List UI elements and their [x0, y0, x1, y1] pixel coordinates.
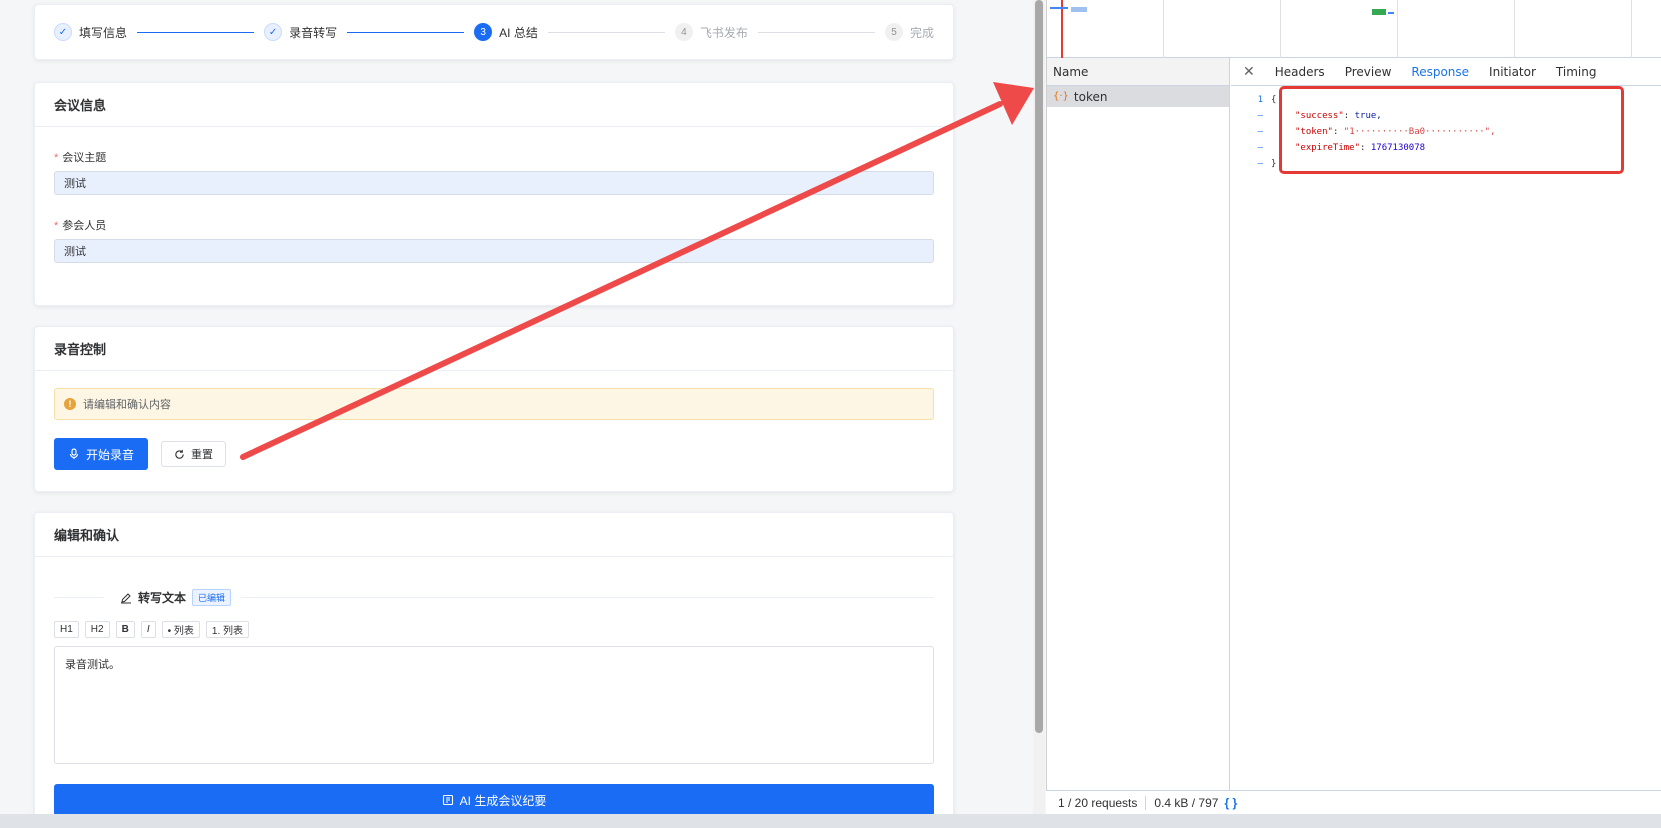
step-label: 飞书发布 — [699, 25, 748, 40]
tab-response[interactable]: Response — [1401, 65, 1479, 79]
topic-label: * 会议主题 — [54, 152, 107, 164]
name-column-header[interactable]: Name — [1047, 58, 1229, 86]
step-label: AI 总结 — [499, 25, 538, 40]
step-connector — [137, 31, 255, 33]
meeting-info-card: 会议信息 * 会议主题 测试 * 参会人员 测试 — [34, 82, 954, 306]
card-title: 会议信息 — [35, 83, 953, 127]
ordered-list-button[interactable]: 1. 列表 — [205, 621, 250, 638]
tab-timing[interactable]: Timing — [1546, 65, 1607, 79]
warning-icon: ! — [64, 398, 76, 410]
edit-pencil-icon — [121, 592, 131, 603]
progress-steps: ✓ 填写信息 ✓ 录音转写 3 AI 总结 4 飞书发布 5 完成 — [34, 4, 954, 60]
request-list: Name {·} token — [1047, 58, 1230, 790]
transcript-editor[interactable]: 录音测试。 — [54, 646, 934, 764]
step-1: ✓ 填写信息 — [54, 23, 127, 41]
start-recording-button[interactable]: 开始录音 — [54, 438, 149, 470]
network-status-bar: 1 / 20 requests 0.4 kB / 797 { } — [1046, 790, 1661, 814]
bullet-list-button[interactable]: • 列表 — [161, 621, 200, 638]
timeline-bar — [1071, 7, 1087, 12]
participants-input[interactable]: 测试 — [54, 239, 934, 263]
generate-summary-button[interactable]: AI 生成会议纪要 — [54, 784, 934, 816]
step-connector — [347, 31, 465, 33]
scrollbar-thumb[interactable] — [1035, 0, 1043, 733]
warning-alert: ! 请编辑和确认内容 — [54, 388, 934, 420]
section-divider: 转写文本 已编辑 — [54, 589, 934, 606]
request-row-token[interactable]: {·} token — [1047, 86, 1229, 107]
step-label: 完成 — [909, 25, 934, 40]
tab-headers[interactable]: Headers — [1265, 65, 1335, 79]
tab-preview[interactable]: Preview — [1335, 65, 1402, 79]
tab-initiator[interactable]: Initiator — [1479, 65, 1546, 79]
page-scrollbar[interactable] — [1033, 0, 1045, 828]
reset-button[interactable]: 重置 — [161, 441, 227, 467]
meeting-app: ✓ 填写信息 ✓ 录音转写 3 AI 总结 4 飞书发布 5 完成 会议信息 *… — [0, 0, 1032, 828]
step-connector — [547, 31, 665, 33]
topic-input[interactable]: 测试 — [54, 171, 934, 195]
step-label: 填写信息 — [79, 25, 128, 40]
step-number: 4 — [674, 23, 693, 41]
step-label: 录音转写 — [289, 25, 338, 40]
h1-button[interactable]: H1 — [54, 621, 79, 638]
timeline-bar — [1050, 7, 1068, 9]
json-icon: {·} — [1053, 91, 1069, 102]
edit-confirm-card: 编辑和确认 转写文本 已编辑 H1 H2 B I • 列表 1. 列表 录音测试… — [34, 512, 954, 828]
recording-control-card: 录音控制 ! 请编辑和确认内容 开始录音 重置 — [34, 326, 954, 492]
format-json-icon[interactable]: { } — [1224, 796, 1237, 810]
detail-tabs: ✕ Headers Preview Response Initiator Tim… — [1231, 58, 1661, 86]
refresh-icon — [175, 449, 184, 459]
ai-icon — [442, 794, 453, 806]
step-3: 3 AI 总结 — [474, 23, 538, 41]
card-title: 编辑和确认 — [35, 513, 953, 557]
edited-tag: 已编辑 — [192, 589, 232, 606]
section-title: 转写文本 — [138, 591, 187, 605]
check-icon: ✓ — [54, 23, 72, 41]
microphone-icon — [69, 448, 79, 459]
step-2: ✓ 录音转写 — [264, 23, 337, 41]
network-timeline — [1047, 0, 1661, 58]
request-count: 1 / 20 requests — [1058, 795, 1138, 810]
transfer-size: 0.4 kB / 797 — [1154, 795, 1219, 810]
italic-button[interactable]: I — [140, 621, 156, 638]
taskbar-strip — [0, 814, 1661, 828]
step-connector — [757, 31, 875, 33]
close-icon[interactable]: ✕ — [1231, 64, 1265, 80]
step-number: 5 — [884, 23, 903, 41]
step-5: 5 完成 — [884, 23, 934, 41]
editor-toolbar: H1 H2 B I • 列表 1. 列表 — [54, 621, 934, 638]
highlight-box — [1279, 86, 1624, 174]
bold-button[interactable]: B — [115, 621, 135, 638]
check-icon: ✓ — [264, 23, 283, 41]
participants-label: * 参会人员 — [54, 220, 107, 232]
step-4: 4 飞书发布 — [674, 23, 748, 41]
h2-button[interactable]: H2 — [84, 621, 110, 638]
card-title: 录音控制 — [35, 327, 953, 371]
timeline-bar — [1372, 9, 1386, 15]
timeline-bar — [1388, 12, 1394, 14]
step-number: 3 — [474, 23, 493, 41]
